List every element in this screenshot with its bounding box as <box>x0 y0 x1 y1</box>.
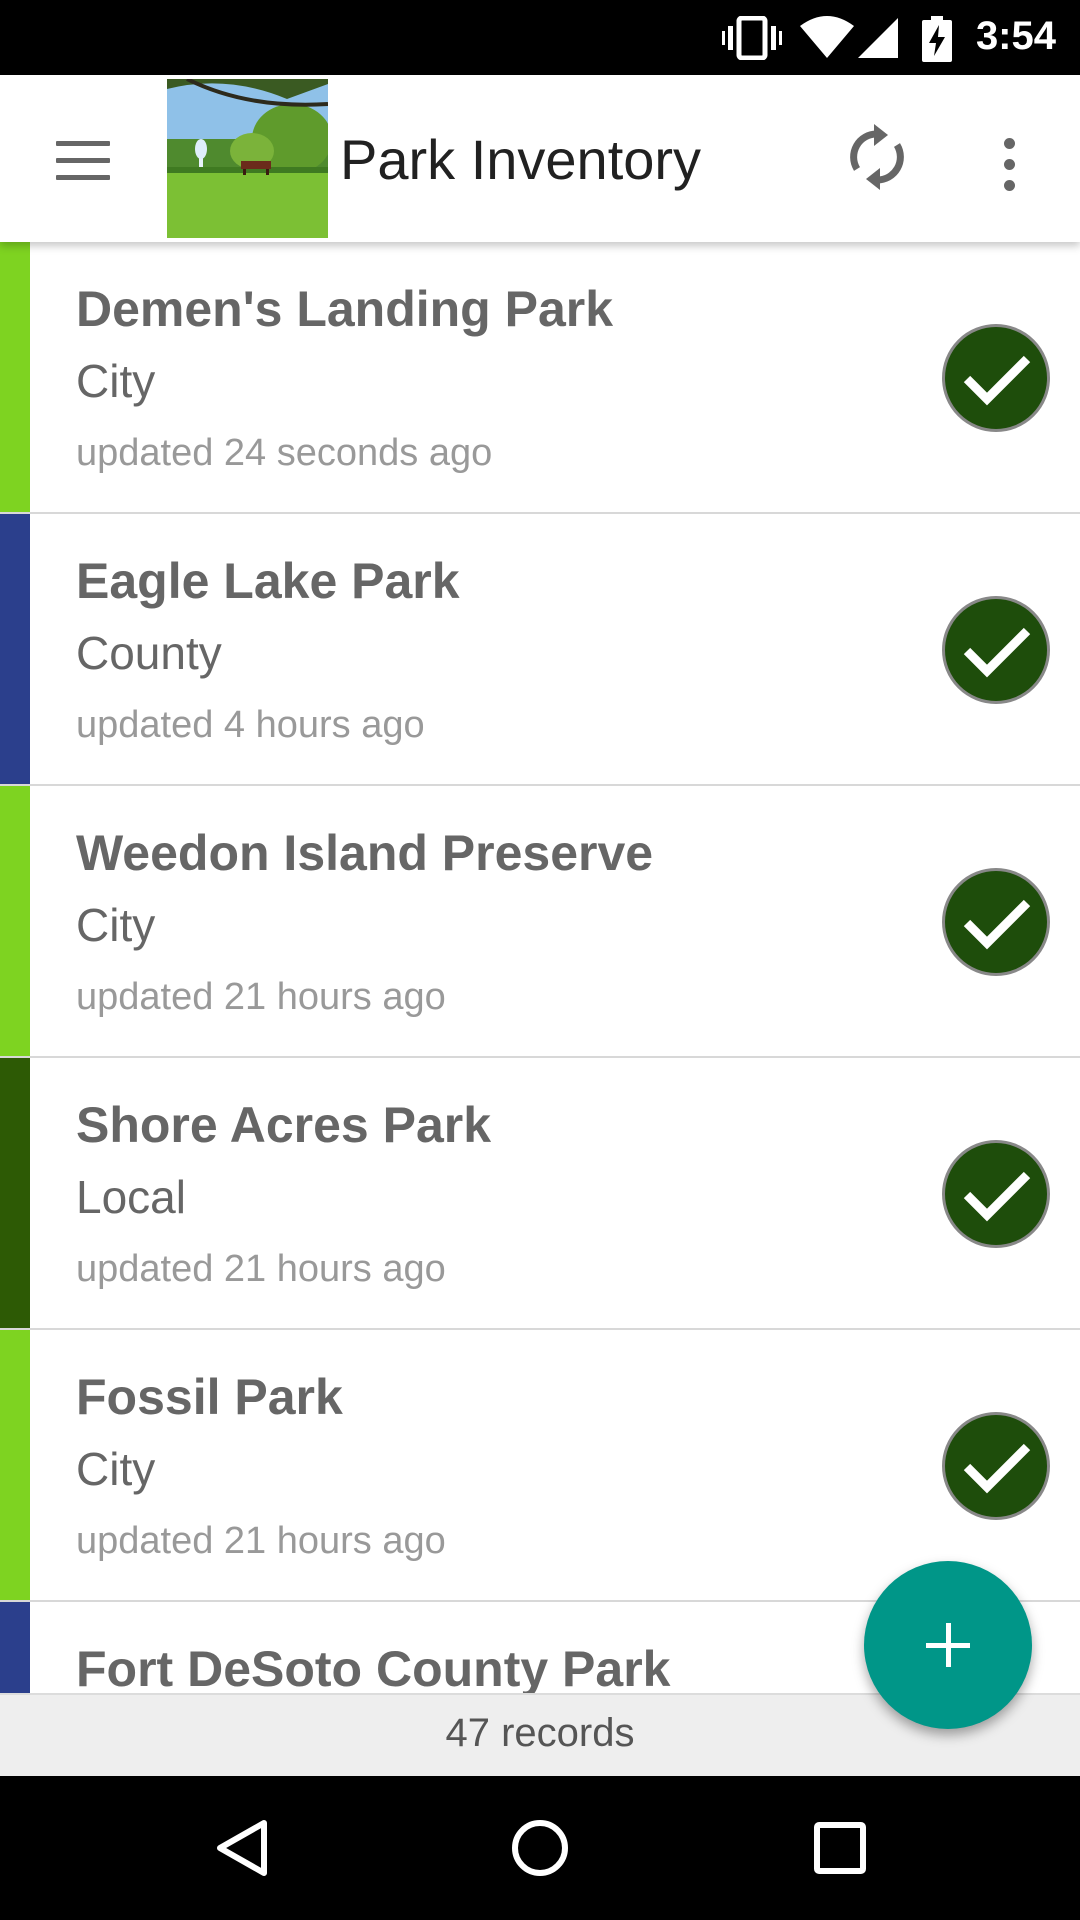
record-updated: updated 21 hours ago <box>76 1520 446 1562</box>
record-type: City <box>76 355 156 407</box>
category-color-bar <box>0 1330 30 1600</box>
list-item[interactable]: Shore Acres Park Local updated 21 hours … <box>0 1058 1080 1330</box>
list-item[interactable]: Weedon Island Preserve City updated 21 h… <box>0 786 1080 1058</box>
record-name: Weedon Island Preserve <box>76 825 654 881</box>
check-icon <box>942 1412 1050 1520</box>
category-color-bar <box>0 242 30 512</box>
record-count: 47 records <box>445 1711 635 1755</box>
record-updated: updated 21 hours ago <box>76 976 446 1018</box>
sync-icon[interactable] <box>840 120 914 194</box>
check-icon <box>942 868 1050 976</box>
vibrate-icon <box>722 15 782 65</box>
record-name: Demen's Landing Park <box>76 281 614 337</box>
more-vertical-icon[interactable] <box>990 130 1030 200</box>
hamburger-menu-icon[interactable] <box>44 125 124 195</box>
back-triangle-icon[interactable] <box>196 1803 286 1893</box>
recents-square-icon[interactable] <box>795 1803 885 1893</box>
record-type: County <box>76 627 222 679</box>
record-updated: updated 21 hours ago <box>76 1248 446 1290</box>
home-circle-icon[interactable] <box>495 1803 585 1893</box>
system-nav-bar <box>0 1776 1080 1920</box>
record-list[interactable]: Demen's Landing Park City updated 24 sec… <box>0 242 1080 1693</box>
record-updated: updated 4 hours ago <box>76 704 425 746</box>
category-color-bar <box>0 514 30 784</box>
app-bar: Park Inventory <box>0 75 1080 242</box>
record-name: Fort DeSoto County Park <box>76 1641 671 1693</box>
category-color-bar <box>0 1602 30 1693</box>
category-color-bar <box>0 1058 30 1328</box>
record-type: Local <box>76 1171 186 1223</box>
list-item[interactable]: Eagle Lake Park County updated 4 hours a… <box>0 514 1080 786</box>
status-bar: 3:54 <box>0 0 1080 75</box>
check-icon <box>942 596 1050 704</box>
record-type: City <box>76 899 156 951</box>
record-name: Eagle Lake Park <box>76 553 460 609</box>
record-updated: updated 24 seconds ago <box>76 432 493 474</box>
check-icon <box>942 1140 1050 1248</box>
app-title: Park Inventory <box>340 128 702 191</box>
record-name: Fossil Park <box>76 1369 343 1425</box>
park-photo-logo <box>167 79 328 238</box>
record-name: Shore Acres Park <box>76 1097 492 1153</box>
record-type: City <box>76 1443 156 1495</box>
list-item[interactable]: Demen's Landing Park City updated 24 sec… <box>0 242 1080 514</box>
wifi-icon <box>798 16 856 65</box>
check-icon <box>942 324 1050 432</box>
list-item[interactable]: Fossil Park City updated 21 hours ago <box>0 1330 1080 1602</box>
category-color-bar <box>0 786 30 1056</box>
add-record-button[interactable] <box>864 1561 1032 1729</box>
battery-charging-icon <box>922 16 952 67</box>
signal-icon <box>856 16 900 65</box>
status-time: 3:54 <box>975 14 1056 58</box>
